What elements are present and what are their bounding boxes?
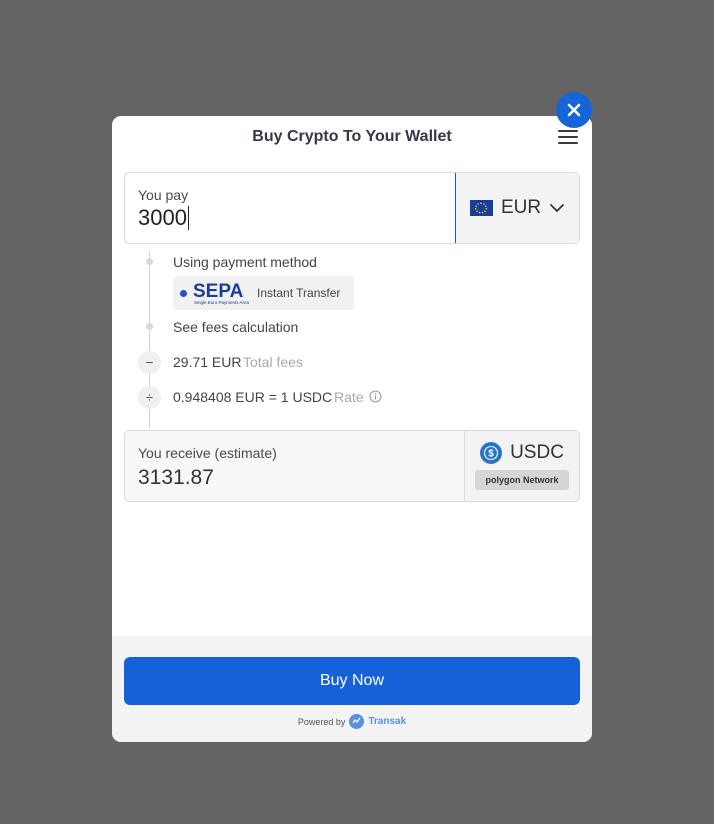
transak-logo-icon	[349, 714, 365, 729]
modal-header: Buy Crypto To Your Wallet	[112, 116, 592, 156]
minus-icon: −	[138, 351, 161, 374]
chevron-down-icon	[550, 204, 564, 213]
timeline-dot	[146, 258, 153, 265]
transak-brand[interactable]: Transak	[368, 716, 406, 727]
crypto-currency-code: USDC	[510, 442, 564, 463]
pay-label: You pay	[138, 187, 189, 203]
svg-text:$: $	[488, 449, 494, 460]
close-icon	[567, 103, 581, 117]
text-caret	[187, 206, 189, 230]
fiat-currency-selector[interactable]: EUR	[456, 173, 579, 243]
pay-amount-field: You pay 3000 EUR	[124, 172, 580, 244]
payment-method-name: Instant Transfer	[257, 286, 341, 300]
total-fees-label: Total fees	[243, 354, 303, 370]
payment-method-chip[interactable]: SEPA Single Euro Payments Area Instant T…	[173, 276, 354, 310]
eu-flag-icon	[469, 200, 493, 216]
powered-by-label: Powered by	[297, 716, 346, 727]
pay-value: 3000	[138, 205, 187, 230]
receive-value: 3131.87	[138, 466, 214, 489]
buy-now-button[interactable]: Buy Now	[124, 657, 580, 705]
modal-title: Buy Crypto To Your Wallet	[252, 128, 452, 145]
network-badge: polygon Network	[475, 470, 569, 490]
powered-by: Powered by Transak	[112, 714, 592, 729]
total-fees-value: 29.71 EUR	[173, 354, 242, 370]
info-icon[interactable]	[369, 390, 382, 403]
exchange-rate-label: Rate	[334, 389, 364, 405]
close-button[interactable]	[556, 92, 592, 128]
fiat-currency-code: EUR	[500, 197, 542, 218]
payment-method-label: Using payment method	[173, 254, 317, 270]
crypto-currency-selector[interactable]: $ USDC polygon Network	[465, 431, 579, 501]
fees-calculation-link[interactable]: See fees calculation	[173, 319, 298, 335]
hamburger-menu-icon[interactable]	[558, 130, 578, 144]
receive-amount-field: You receive (estimate) 3131.87 $ USDC po…	[124, 430, 580, 502]
receive-label: You receive (estimate)	[138, 445, 277, 461]
timeline-dot	[146, 323, 153, 330]
svg-text:SEPA: SEPA	[193, 281, 244, 302]
buy-crypto-modal: Buy Crypto To Your Wallet You pay 3000 E…	[112, 116, 592, 742]
sepa-logo-icon: SEPA Single Euro Payments Area	[193, 281, 250, 305]
modal-footer: Buy Now Powered by Transak	[112, 636, 592, 742]
exchange-rate-value: 0.948408 EUR = 1 USDC	[173, 389, 333, 405]
divide-icon: ÷	[138, 386, 161, 409]
receive-output: You receive (estimate) 3131.87	[125, 431, 465, 501]
svg-text:Single Euro Payments Area: Single Euro Payments Area	[194, 300, 250, 305]
pay-input[interactable]: You pay 3000	[125, 173, 456, 243]
selected-radio-icon	[180, 289, 187, 297]
usdc-coin-icon: $	[480, 442, 503, 464]
